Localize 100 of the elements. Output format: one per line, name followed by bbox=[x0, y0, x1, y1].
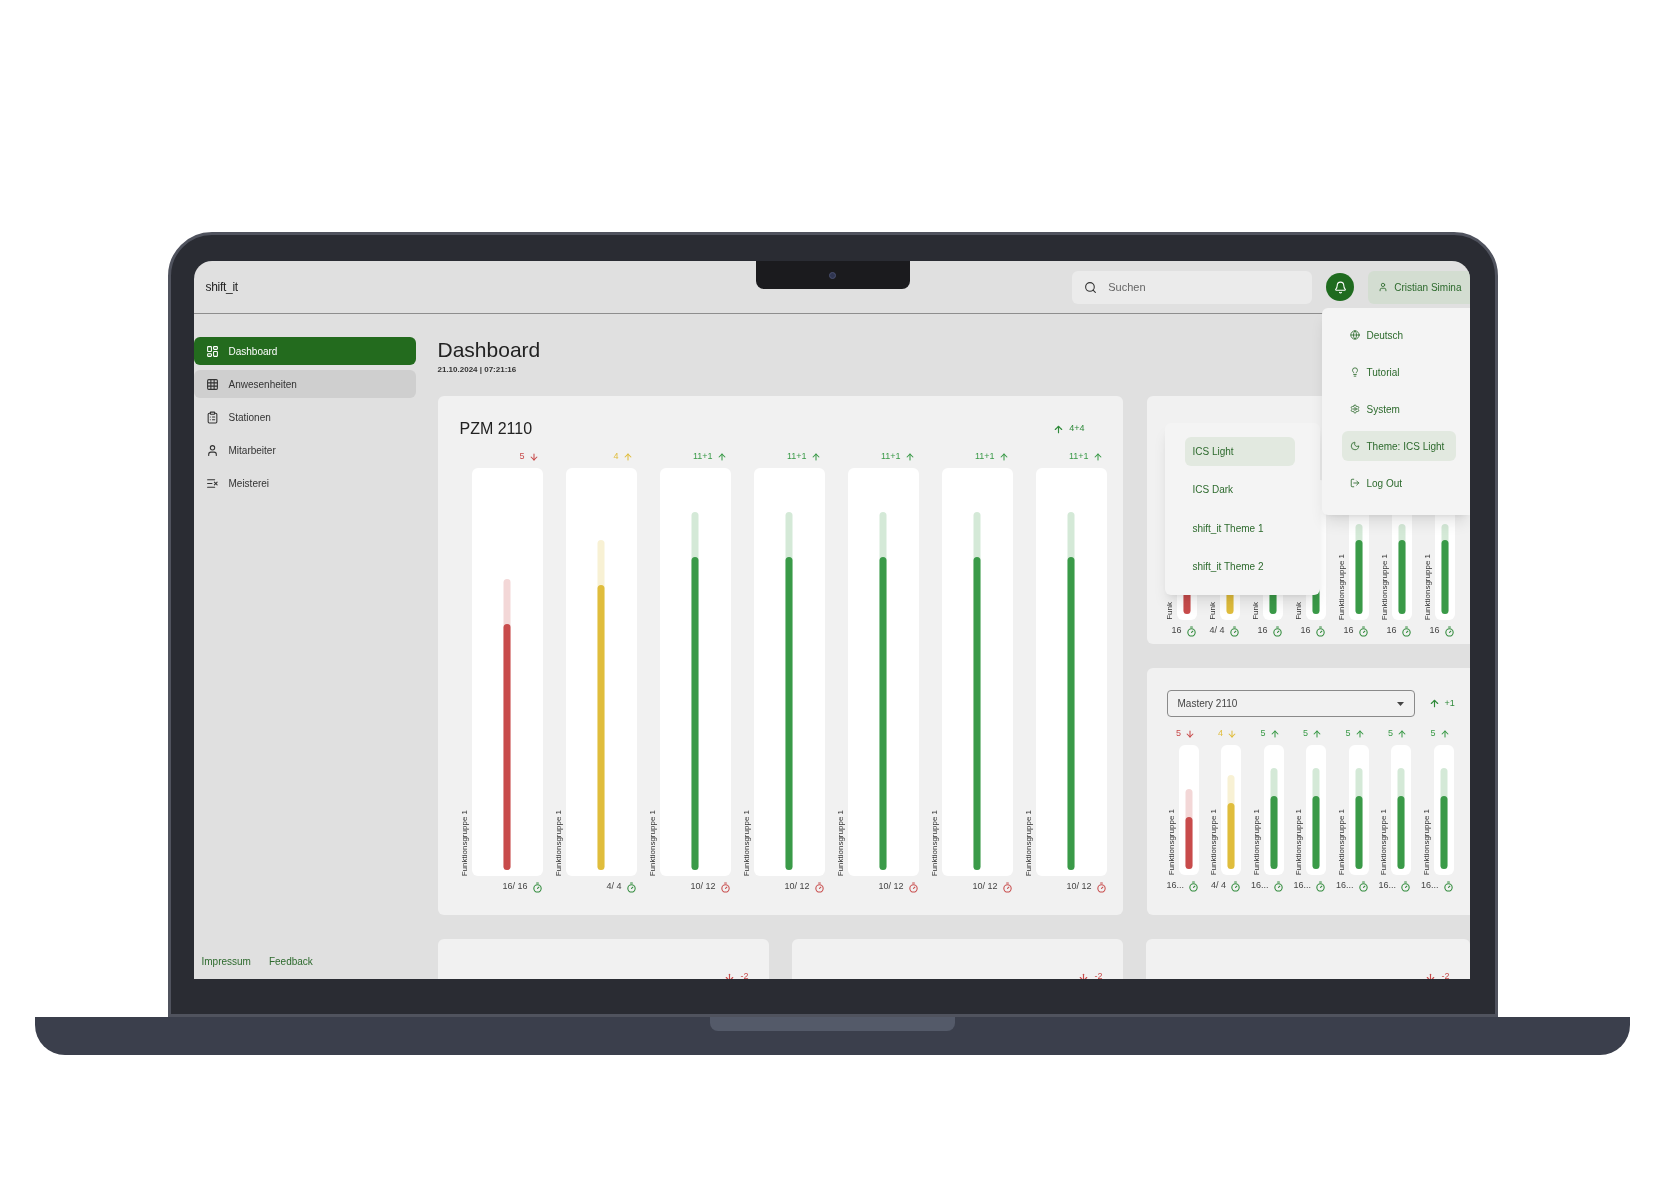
app-logo: shift_it bbox=[205, 279, 238, 296]
reading-label: 16 bbox=[1386, 624, 1397, 638]
search-icon bbox=[1084, 280, 1098, 294]
trend-value: +1 bbox=[1444, 696, 1455, 710]
user-menu-item[interactable]: Tutorial bbox=[1341, 357, 1456, 387]
nav-icon bbox=[205, 476, 219, 490]
sidebar-item[interactable]: Mitarbeiter bbox=[193, 436, 416, 464]
search-field[interactable]: Suchen bbox=[1072, 270, 1313, 304]
count-label: 5 bbox=[1388, 727, 1394, 741]
user-menu-item[interactable]: Deutsch bbox=[1341, 320, 1456, 350]
nav-icon bbox=[205, 344, 219, 358]
user-menu-item[interactable]: Theme: ICS Light bbox=[1341, 431, 1456, 461]
reading-label: 10/ 12 bbox=[690, 880, 716, 894]
count-label: 5 bbox=[1430, 727, 1436, 741]
sidebar-item[interactable]: Meisterei bbox=[193, 469, 416, 497]
dropdown-caret-icon bbox=[1396, 701, 1404, 706]
group-label: Funktionsgruppe 1 bbox=[1336, 808, 1347, 875]
group-label: Funktionsgruppe 1 bbox=[1023, 809, 1034, 876]
footer-link[interactable]: Impressum bbox=[201, 954, 251, 969]
footer-link[interactable]: Feedback bbox=[268, 954, 313, 969]
group-label: Funktionsgruppe 1 bbox=[1209, 808, 1219, 875]
group-label: Funktionsgruppe 1 bbox=[929, 809, 940, 876]
count-label: 11+1 bbox=[786, 450, 807, 464]
count-label: 5 bbox=[1345, 727, 1351, 741]
trend-value: -2 bbox=[1094, 970, 1103, 979]
group-label: Funktionsgruppe 1 bbox=[1294, 808, 1305, 875]
nav-icon bbox=[205, 410, 219, 424]
reading-label: 16... bbox=[1293, 879, 1312, 893]
group-label: Funktionsgruppe 1 bbox=[647, 809, 658, 876]
notification-button[interactable] bbox=[1326, 273, 1355, 301]
reading-label: 16... bbox=[1336, 879, 1354, 893]
nav-icon bbox=[205, 443, 219, 457]
reading-label: 4/ 4 bbox=[1209, 624, 1225, 638]
reading-label: 10/ 12 bbox=[878, 880, 904, 894]
reading-label: 16... bbox=[1166, 879, 1184, 893]
group-label: Funktionsgruppe 1 bbox=[835, 809, 846, 876]
group-label: Funktionsgruppe 1 bbox=[1336, 553, 1347, 620]
reading-label: 16 bbox=[1343, 624, 1354, 638]
reading-label: 16 bbox=[1257, 624, 1268, 638]
count-label: 4 bbox=[613, 450, 619, 464]
group-label: Funk bbox=[1250, 602, 1261, 620]
count-label: 5 bbox=[1176, 727, 1181, 741]
theme-option[interactable]: shift_it Theme 2 bbox=[1184, 551, 1295, 581]
count-label: 11+1 bbox=[692, 450, 713, 464]
group-label: Funktionsgruppe 1 bbox=[459, 809, 470, 876]
group-label: Funk bbox=[1293, 602, 1304, 620]
reading-label: 16 bbox=[1300, 624, 1311, 638]
trend-value: 4+4 bbox=[1069, 422, 1085, 436]
count-label: 5 bbox=[519, 450, 525, 464]
user-icon bbox=[1378, 282, 1389, 292]
reading-label: 16/ 16 bbox=[502, 880, 528, 894]
menu-icon bbox=[1349, 367, 1360, 377]
count-label: 5 bbox=[1303, 727, 1309, 741]
reading-label: 10/ 12 bbox=[972, 880, 998, 894]
reading-label: 16... bbox=[1378, 879, 1397, 893]
count-label: 11+1 bbox=[974, 450, 995, 464]
user-menu-item[interactable]: Log Out bbox=[1341, 468, 1456, 498]
count-label: 5 bbox=[1260, 727, 1266, 741]
group-label: Funktionsgruppe 1 bbox=[1167, 808, 1177, 875]
timestamp: 21.10.2024 | 07:21:16 bbox=[437, 364, 517, 376]
sidebar-item[interactable]: Anwesenheiten bbox=[193, 370, 416, 398]
count-label: 11+1 bbox=[880, 450, 901, 464]
theme-option[interactable]: shift_it Theme 1 bbox=[1184, 513, 1295, 543]
user-button[interactable]: Cristian Simina bbox=[1368, 270, 1470, 304]
count-label: 11+1 bbox=[1068, 450, 1089, 464]
group-label: Funk bbox=[1207, 602, 1218, 620]
sidebar-item[interactable]: Dashboard bbox=[193, 337, 416, 365]
group-label: Funk bbox=[1164, 602, 1175, 620]
camera-lens bbox=[829, 271, 836, 279]
group-label: Funktionsgruppe 1 bbox=[1379, 808, 1390, 875]
reading-label: 16... bbox=[1251, 879, 1269, 893]
group-label: Funktionsgruppe 1 bbox=[1422, 553, 1433, 620]
count-label: 4 bbox=[1218, 727, 1223, 741]
menu-icon bbox=[1349, 441, 1360, 451]
reading-label: 10/ 12 bbox=[1066, 880, 1092, 894]
reading-label: 10/ 12 bbox=[784, 880, 810, 894]
trend-value: -2 bbox=[1441, 970, 1450, 979]
group-label: Funktionsgruppe 1 bbox=[1251, 808, 1262, 875]
card-title: PZM 2110 bbox=[459, 419, 533, 439]
sidebar-item[interactable]: Stationen bbox=[193, 403, 416, 431]
menu-icon bbox=[1349, 330, 1360, 340]
trend-value: -2 bbox=[740, 970, 749, 979]
reading-label: 16 bbox=[1429, 624, 1440, 638]
page-title: Dashboard bbox=[437, 337, 541, 363]
group-label: Funktionsgruppe 1 bbox=[1421, 808, 1432, 875]
reading-label: 4/ 4 bbox=[1211, 879, 1226, 893]
reading-label: 16 bbox=[1171, 624, 1182, 638]
reading-label: 16... bbox=[1421, 879, 1439, 893]
menu-icon bbox=[1349, 478, 1360, 488]
group-label: Funktionsgruppe 1 bbox=[1379, 553, 1390, 620]
menu-icon bbox=[1349, 404, 1360, 414]
group-label: Funktionsgruppe 1 bbox=[741, 809, 752, 876]
nav-icon bbox=[205, 377, 219, 391]
user-menu-item[interactable]: System bbox=[1341, 394, 1456, 424]
bell-icon bbox=[1333, 280, 1347, 294]
reading-label: 4/ 4 bbox=[606, 880, 622, 894]
group-label: Funktionsgruppe 1 bbox=[553, 809, 564, 876]
station-select[interactable]: Mastery 2110 bbox=[1166, 690, 1415, 717]
theme-option[interactable]: ICS Light bbox=[1184, 437, 1295, 467]
theme-option[interactable]: ICS Dark bbox=[1184, 475, 1295, 505]
